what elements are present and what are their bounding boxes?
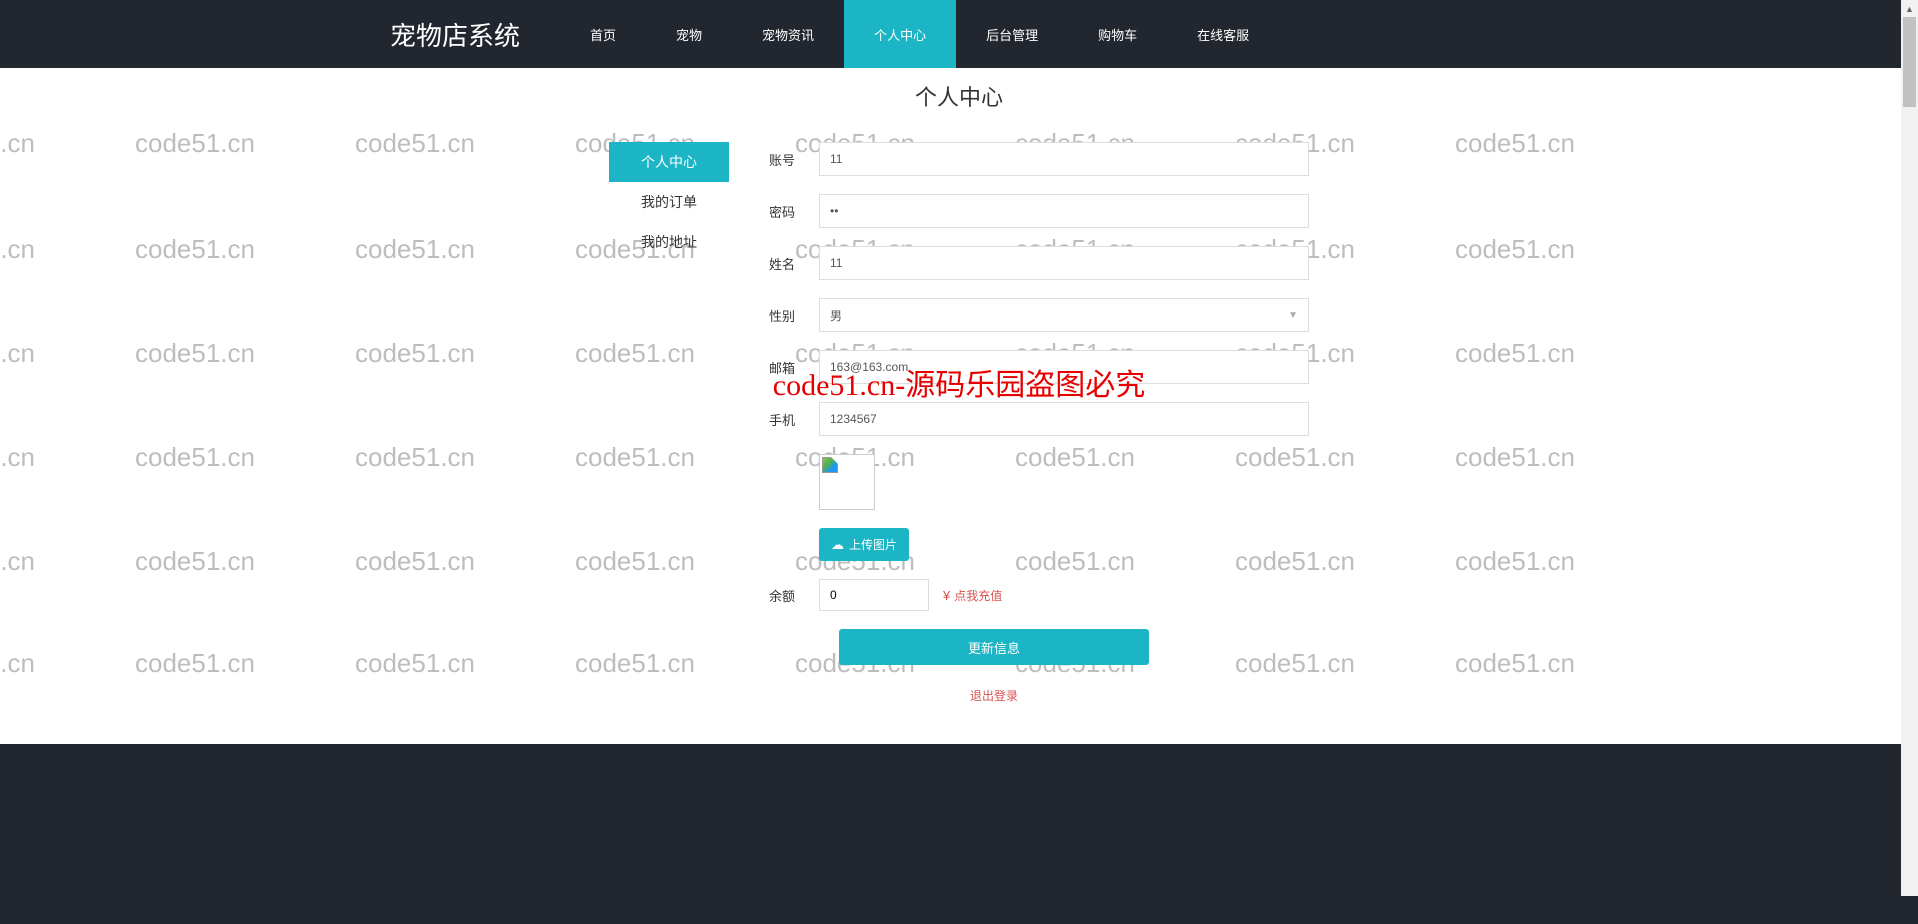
name-input[interactable] — [819, 246, 1309, 280]
email-label: 邮箱 — [769, 358, 819, 377]
watermark: code51.cn — [0, 128, 35, 159]
watermark: code51.cn — [0, 648, 35, 679]
currency-icon: ¥ — [943, 588, 950, 603]
sidebar-item-1[interactable]: 我的订单 — [609, 182, 729, 222]
balance-label: 余额 — [769, 586, 819, 605]
account-input[interactable] — [819, 142, 1309, 176]
watermark: code51.cn — [1455, 234, 1575, 265]
sidebar: 个人中心我的订单我的地址 — [609, 142, 729, 704]
gender-value: 男 — [830, 307, 842, 324]
broken-image-icon — [822, 457, 838, 473]
sidebar-item-2[interactable]: 我的地址 — [609, 222, 729, 262]
watermark: code51.cn — [0, 546, 35, 577]
recharge-link[interactable]: 点我充值 — [954, 587, 1002, 604]
avatar-preview — [819, 454, 875, 510]
account-label: 账号 — [769, 150, 819, 169]
watermark: code51.cn — [1455, 546, 1575, 577]
watermark: code51.cn — [1455, 338, 1575, 369]
footer — [0, 744, 1918, 924]
watermark: code51.cn — [355, 234, 475, 265]
scrollbar-thumb[interactable] — [1903, 17, 1916, 107]
scrollbar[interactable]: ▲ — [1901, 0, 1918, 896]
profile-form: 账号 密码 姓名 性别 男 ▼ 邮箱 手机 — [769, 142, 1309, 704]
balance-input[interactable] — [819, 579, 929, 611]
nav-link-2[interactable]: 宠物资讯 — [732, 0, 844, 68]
watermark: code51.cn — [135, 128, 255, 159]
page-title: 个人中心 — [0, 80, 1918, 112]
nav-link-0[interactable]: 首页 — [560, 0, 646, 68]
nav-link-4[interactable]: 后台管理 — [956, 0, 1068, 68]
watermark: code51.cn — [135, 338, 255, 369]
watermark: code51.cn — [355, 442, 475, 473]
watermark: code51.cn — [135, 546, 255, 577]
watermark: code51.cn — [1455, 128, 1575, 159]
update-info-button[interactable]: 更新信息 — [839, 629, 1149, 665]
brand-title: 宠物店系统 — [390, 16, 520, 53]
sidebar-item-0[interactable]: 个人中心 — [609, 142, 729, 182]
upload-label: 上传图片 — [849, 536, 897, 553]
top-navigation: 宠物店系统 首页宠物宠物资讯个人中心后台管理购物车在线客服 — [0, 0, 1918, 68]
watermark: code51.cn — [1455, 442, 1575, 473]
password-input[interactable] — [819, 194, 1309, 228]
gender-label: 性别 — [769, 306, 819, 325]
watermark: code51.cn — [0, 338, 35, 369]
gender-select[interactable]: 男 ▼ — [819, 298, 1309, 332]
watermark: code51.cn — [135, 648, 255, 679]
watermark: code51.cn — [355, 338, 475, 369]
chevron-down-icon: ▼ — [1288, 310, 1298, 321]
watermark: code51.cn — [355, 546, 475, 577]
phone-label: 手机 — [769, 410, 819, 429]
scroll-up-arrow-icon[interactable]: ▲ — [1901, 0, 1918, 17]
watermark: code51.cn — [1455, 648, 1575, 679]
phone-input[interactable] — [819, 402, 1309, 436]
upload-image-button[interactable]: 上传图片 — [819, 528, 909, 561]
nav-link-6[interactable]: 在线客服 — [1167, 0, 1279, 68]
nav-link-5[interactable]: 购物车 — [1068, 0, 1167, 68]
nav-link-3[interactable]: 个人中心 — [844, 0, 956, 68]
password-label: 密码 — [769, 202, 819, 221]
logout-link[interactable]: 退出登录 — [839, 687, 1149, 704]
email-input[interactable] — [819, 350, 1309, 384]
watermark: code51.cn — [355, 648, 475, 679]
cloud-upload-icon — [831, 537, 844, 553]
watermark: code51.cn — [0, 442, 35, 473]
watermark: code51.cn — [0, 234, 35, 265]
nav-link-1[interactable]: 宠物 — [646, 0, 732, 68]
name-label: 姓名 — [769, 254, 819, 273]
watermark: code51.cn — [135, 234, 255, 265]
watermark: code51.cn — [355, 128, 475, 159]
watermark: code51.cn — [135, 442, 255, 473]
